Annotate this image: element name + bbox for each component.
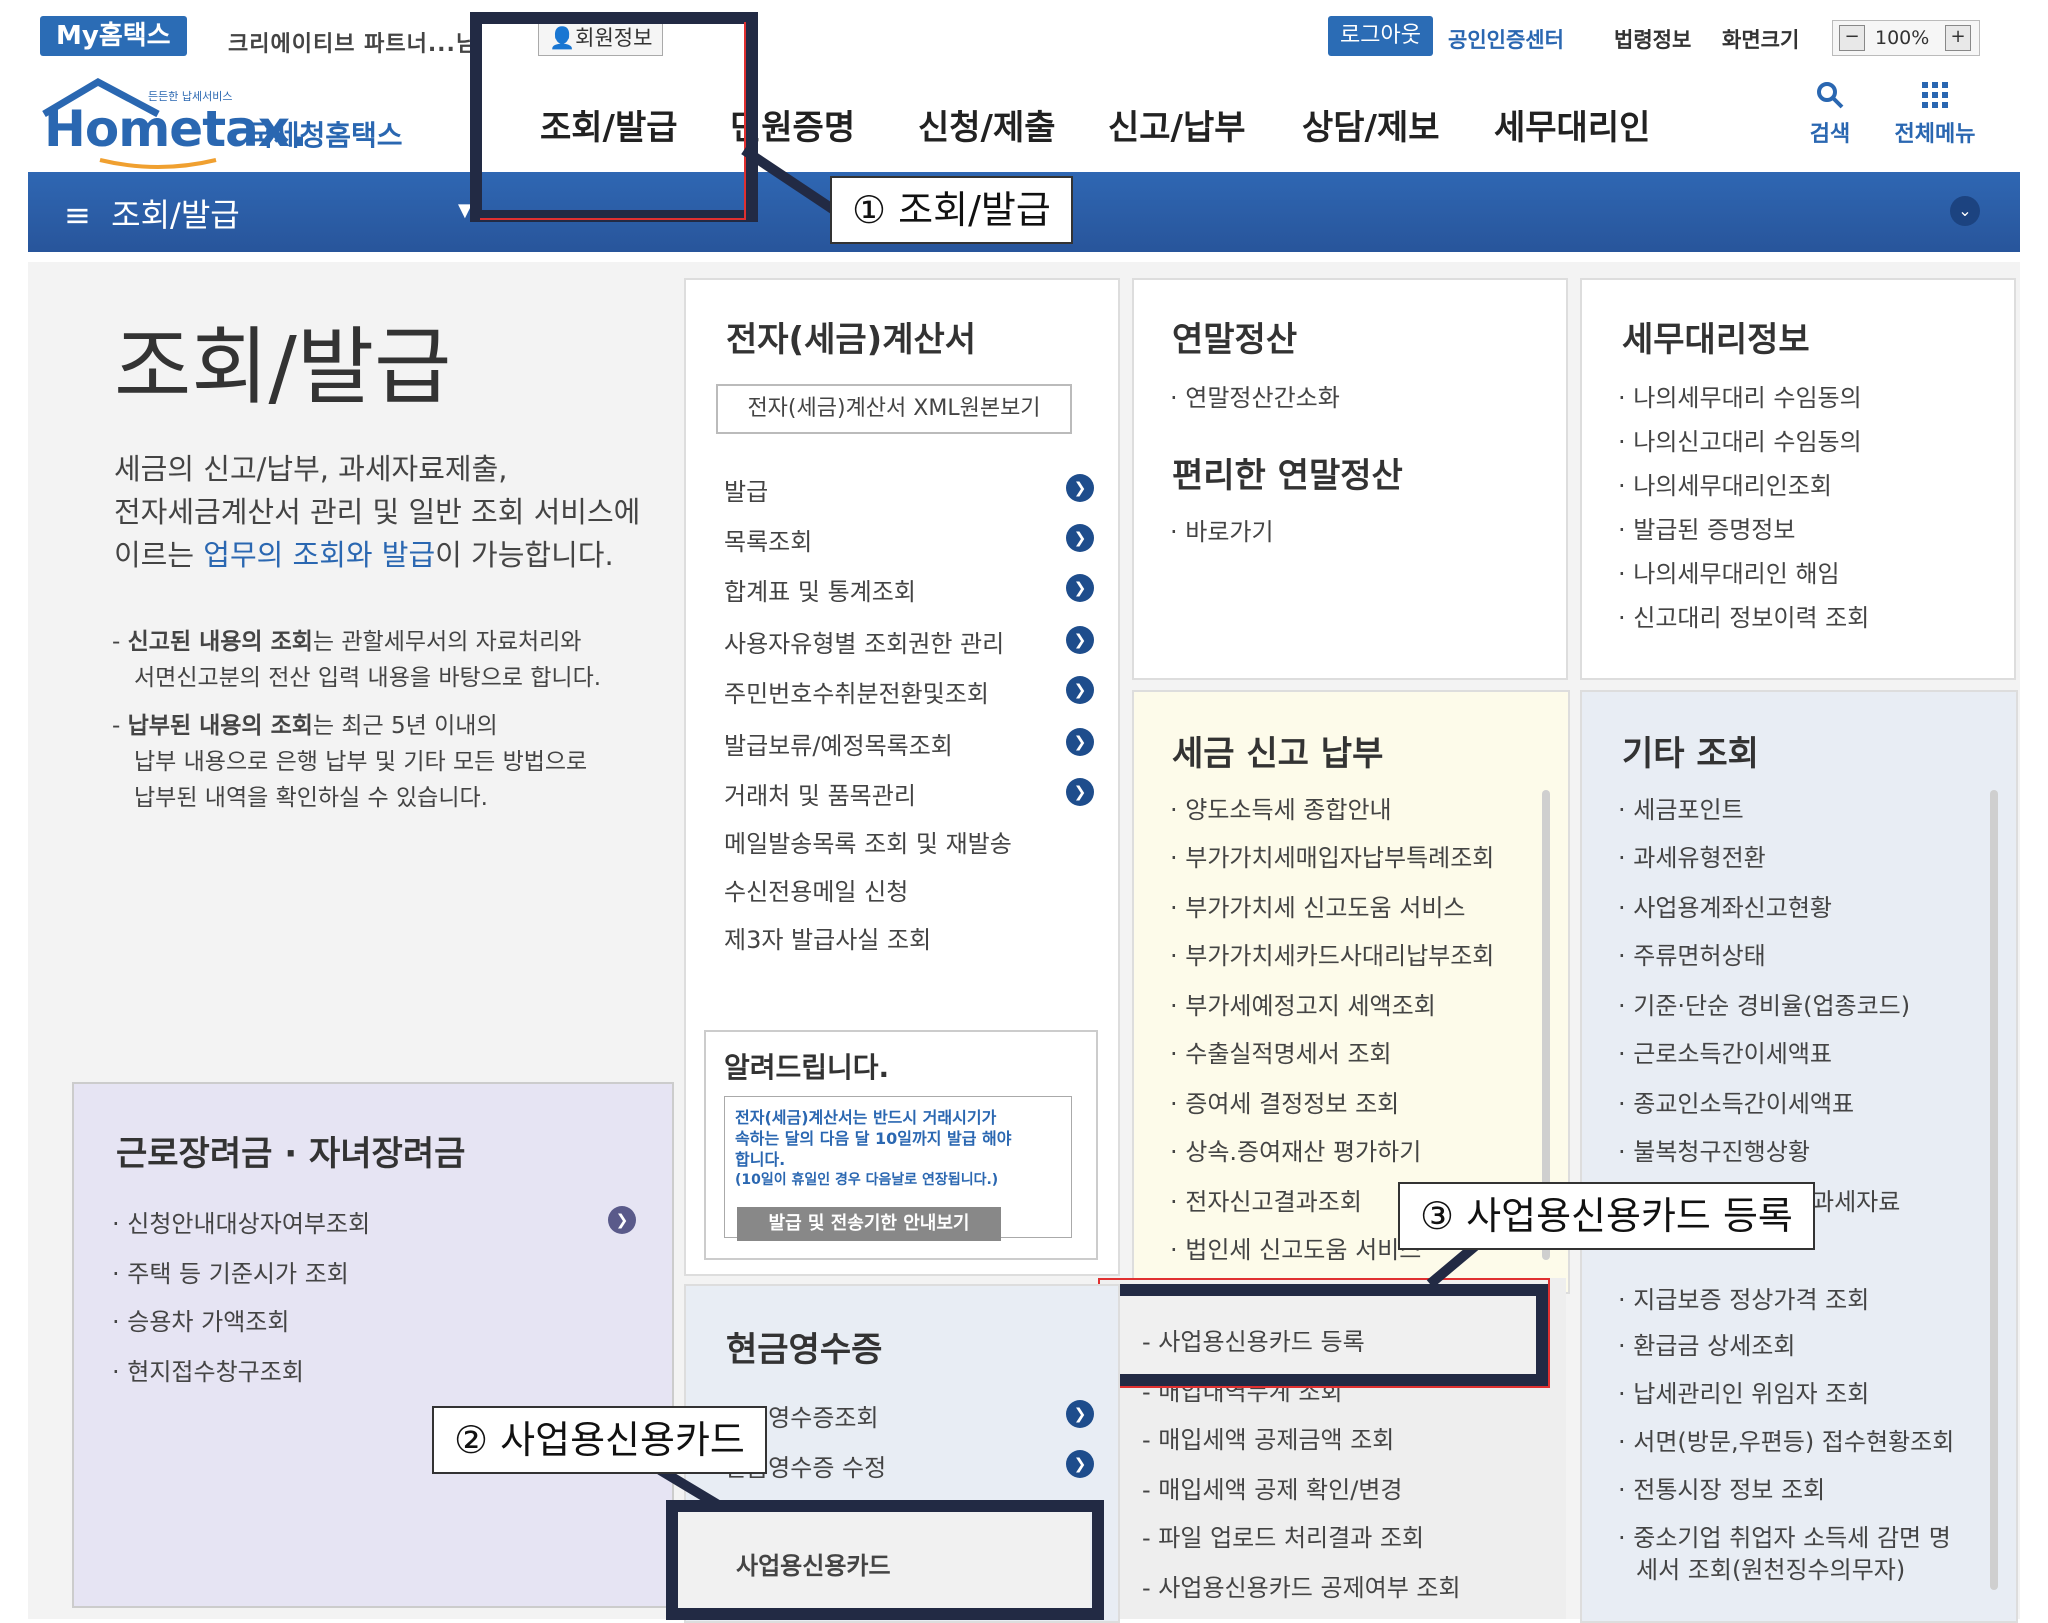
callout-2: ② 사업용신용카드 [432,1406,767,1474]
callout-1: ① 조회/발급 [830,176,1073,244]
callout-3: ③ 사업용신용카드 등록 [1398,1182,1815,1250]
connector-line-1 [741,145,837,215]
connector-line-2 [657,1465,723,1511]
